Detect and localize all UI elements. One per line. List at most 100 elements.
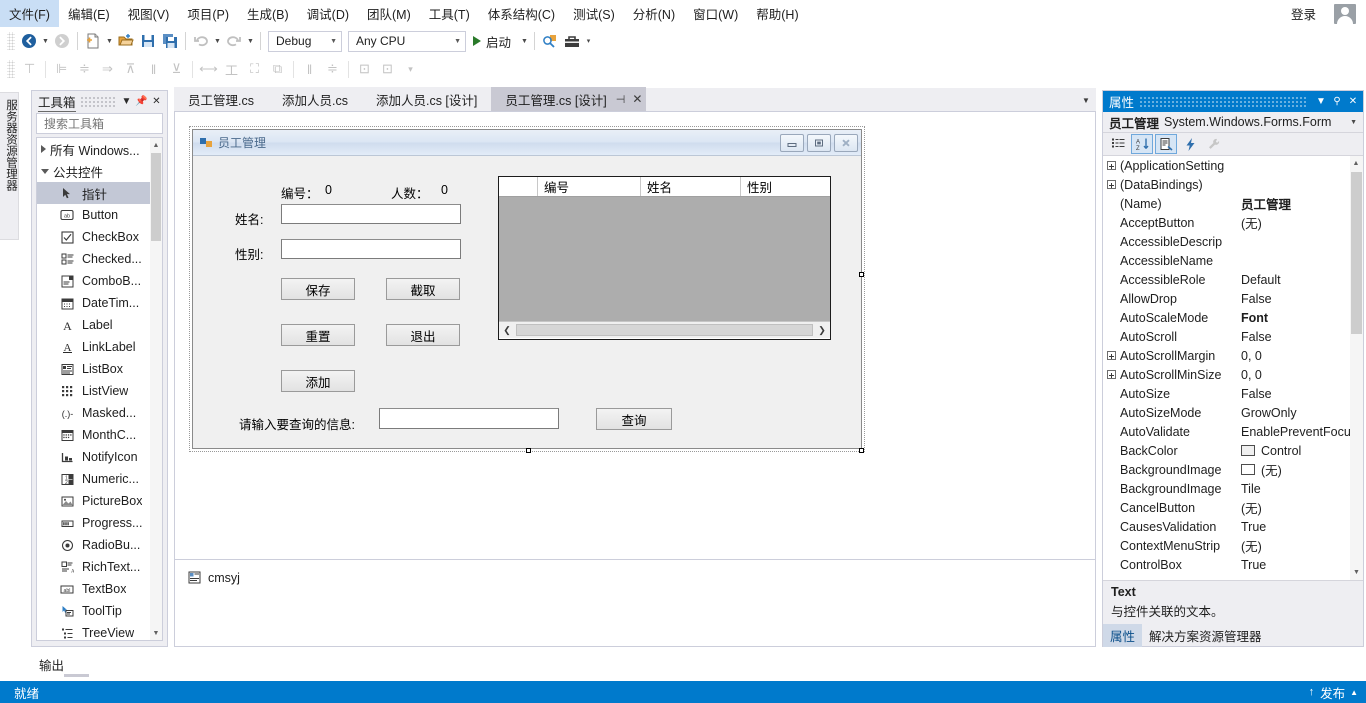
toolbox-item-tooltip[interactable]: ToolTip [37,600,150,622]
maximize-icon[interactable] [807,133,831,152]
editor-tabs-overflow-icon[interactable]: ▼ [1076,88,1096,112]
editor-tab-ygl-cs-design[interactable]: 员工管理.cs [设计] ⊣ ✕ [491,87,647,111]
navigate-forward-icon[interactable] [51,30,73,52]
property-row-controlbox[interactable]: ControlBox True [1103,555,1350,574]
menu-item-edit[interactable]: 编辑(E) [59,0,119,27]
property-value[interactable]: Tile [1237,482,1350,496]
toolbox-item-checkedlistbox[interactable]: Checked... [37,248,150,270]
property-value[interactable]: 0, 0 [1237,349,1350,363]
property-row-autovalidate[interactable]: AutoValidate EnablePreventFocus [1103,422,1350,441]
capture-button[interactable]: 截取 [386,278,460,300]
events-lightning-icon[interactable] [1179,134,1201,154]
tab-solution-explorer[interactable]: 解决方案资源管理器 [1142,624,1269,647]
menu-item-architecture[interactable]: 体系结构(C) [479,0,564,27]
close-icon[interactable]: ✕ [149,94,164,110]
pin-icon[interactable]: 📌 [134,94,149,110]
property-value[interactable]: False [1237,387,1350,401]
chevron-down-icon[interactable]: ▼ [119,94,134,110]
property-row-databindings[interactable]: (DataBindings) [1103,175,1350,194]
close-icon[interactable]: ✕ [1345,93,1361,110]
chevron-down-icon[interactable]: ▼ [1346,119,1361,126]
column-header-name[interactable]: 姓名 [641,177,741,196]
property-row-autosizemode[interactable]: AutoSizeMode GrowOnly [1103,403,1350,422]
property-row-autosize[interactable]: AutoSize False [1103,384,1350,403]
new-item-dropdown-icon[interactable]: ▼ [104,30,115,52]
toolbox-item-picturebox[interactable]: PictureBox [37,490,150,512]
property-value-with-swatch[interactable]: (无) [1237,460,1350,479]
property-value[interactable]: GrowOnly [1237,406,1350,420]
menu-item-test[interactable]: 测试(S) [564,0,624,27]
toolbox-drag-dots[interactable] [79,96,115,107]
toolbox-item-maskedtextbox[interactable]: (.)- Masked... [37,402,150,424]
winforms-designer-surface[interactable]: 员工管理 编号： 0 人数： 0 姓名: 性别: 保存 截取 重置 退出 添加 … [174,112,1096,559]
toolbox-search-box[interactable]: ▼ [36,113,211,134]
editor-tab-tjry-cs-design[interactable]: 添加人员.cs [设计] [361,87,492,111]
scroll-up-icon[interactable]: ▲ [150,138,162,152]
sign-in-button[interactable]: 登录 [1281,1,1326,26]
toolbox-item-listview[interactable]: ListView [37,380,150,402]
solution-configuration-combo[interactable]: Debug ▼ [268,30,342,52]
property-value[interactable]: (无) [1237,213,1350,232]
toolbox-icon[interactable] [561,30,583,52]
property-row-autoscroll[interactable]: AutoScroll False [1103,327,1350,346]
property-value[interactable]: 0, 0 [1237,368,1350,382]
toolbox-item-treeview[interactable]: TreeView [37,622,150,640]
pin-icon[interactable]: ⊣ [616,93,626,106]
scrollbar-thumb[interactable] [1351,172,1362,334]
design-form-员工管理[interactable]: 员工管理 编号： 0 人数： 0 姓名: 性别: 保存 截取 重置 退出 添加 … [189,126,865,452]
expand-icon[interactable] [1103,175,1119,194]
minimize-icon[interactable] [780,133,804,152]
property-row-backcolor[interactable]: BackColor Control [1103,441,1350,460]
property-row-acceptbutton[interactable]: AcceptButton (无) [1103,213,1350,232]
expand-icon[interactable] [1103,365,1119,384]
menu-item-analyze[interactable]: 分析(N) [624,0,684,27]
redo-dropdown-icon[interactable]: ▼ [245,30,256,52]
scroll-up-icon[interactable]: ▲ [1350,156,1362,171]
toolbox-item-listbox[interactable]: ListBox [37,358,150,380]
chevron-up-icon[interactable]: ▲ [1350,688,1358,697]
datagridview-body[interactable] [499,197,830,321]
property-row-backgroundimage[interactable]: BackgroundImage (无) [1103,460,1350,479]
pin-icon[interactable]: ⚲ [1329,93,1345,110]
solution-platform-combo[interactable]: Any CPU ▼ [348,30,466,52]
property-row-autoscrollminsize[interactable]: AutoScrollMinSize 0, 0 [1103,365,1350,384]
toolbox-scrollbar[interactable]: ▲ ▼ [150,138,162,640]
properties-scrollbar[interactable]: ▲ ▼ [1350,156,1363,580]
property-row-name[interactable]: (Name) 员工管理 [1103,194,1350,213]
toolbox-item-combobox[interactable]: ComboB... [37,270,150,292]
component-tray-item[interactable]: cmsyj [175,560,1095,585]
chevron-left-icon[interactable]: ❮ [499,323,515,338]
property-row-accessiblerole[interactable]: AccessibleRole Default [1103,270,1350,289]
toolbox-item-monthcalendar[interactable]: MonthC... [37,424,150,446]
close-icon[interactable]: ✕ [632,92,642,106]
start-debug-dropdown-icon[interactable]: ▼ [519,30,530,52]
component-tray[interactable]: cmsyj [174,559,1096,647]
resize-handle-right[interactable] [859,272,864,277]
query-input[interactable] [379,408,559,429]
editor-tab-tjry-cs[interactable]: 添加人员.cs [267,87,362,111]
toolbar-grip[interactable] [7,32,15,50]
toolbox-item-checkbox[interactable]: CheckBox [37,226,150,248]
save-icon[interactable] [137,30,159,52]
new-item-icon[interactable] [82,30,104,52]
scrollbar-thumb[interactable] [516,324,813,336]
employee-datagridview[interactable]: 编号 姓名 性别 ❮ ❯ [498,176,831,340]
user-avatar-icon[interactable] [1334,3,1356,24]
properties-page-icon[interactable] [1155,134,1177,154]
property-value[interactable]: (无) [1237,498,1350,517]
resize-handle-bottom-right[interactable] [859,448,864,453]
property-value[interactable]: (无) [1237,536,1350,555]
scroll-down-icon[interactable]: ▼ [150,626,162,640]
menu-item-build[interactable]: 生成(B) [238,0,298,27]
exit-button[interactable]: 退出 [386,324,460,346]
toolbar-overflow-icon[interactable]: ▾ [583,30,594,52]
datagridview-corner-cell[interactable] [499,177,538,196]
column-header-gender[interactable]: 性别 [741,177,830,196]
toolbox-item-numericupdown[interactable]: 12 Numeric... [37,468,150,490]
close-icon[interactable] [834,133,858,152]
menu-item-help[interactable]: 帮助(H) [747,0,807,27]
toolbox-group-common-controls[interactable]: 公共控件 [37,160,150,182]
editor-tab-ygl-cs[interactable]: 员工管理.cs [174,87,268,111]
undo-dropdown-icon[interactable]: ▼ [212,30,223,52]
property-value[interactable]: 员工管理 [1237,194,1350,213]
